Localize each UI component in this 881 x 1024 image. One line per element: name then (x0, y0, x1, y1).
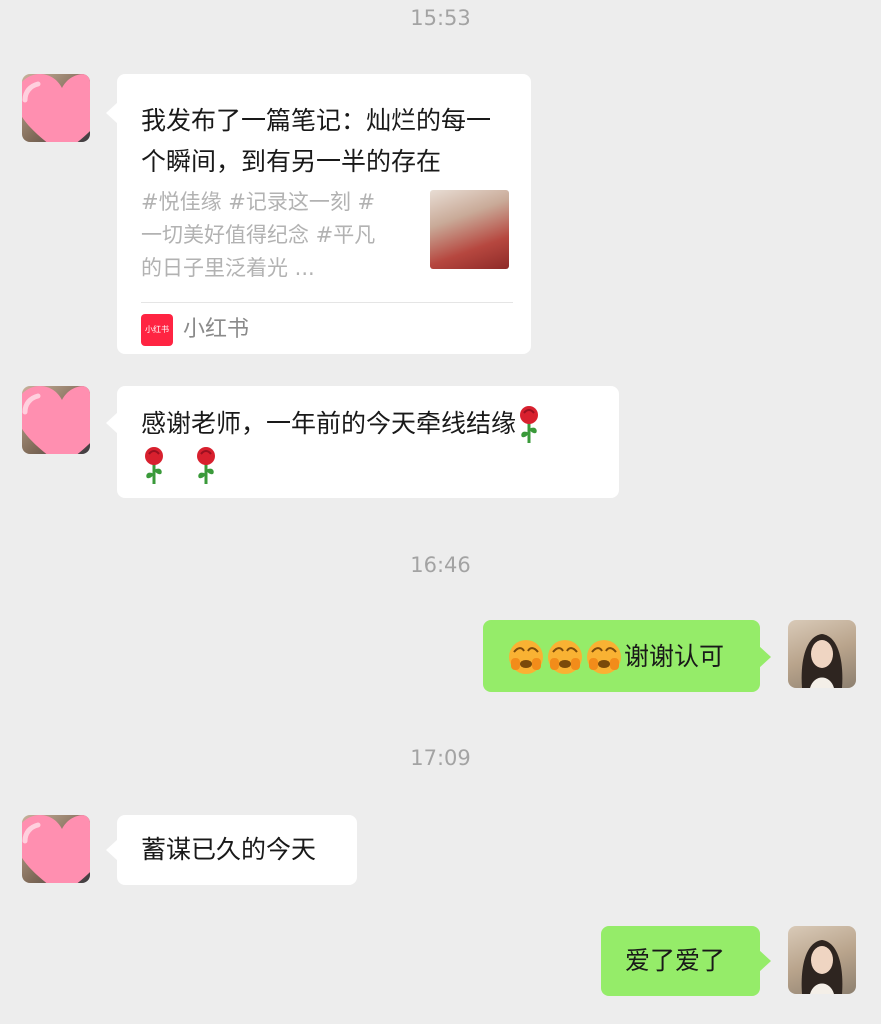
heart-sticker-icon (22, 386, 90, 454)
portrait-avatar-icon (801, 634, 843, 688)
avatar[interactable] (22, 815, 90, 883)
bubble-tail (106, 839, 118, 861)
face-icon (509, 640, 543, 674)
bubble-tail (759, 646, 771, 668)
message-text: 谢谢认可 (624, 642, 725, 671)
message-bubble[interactable]: 感谢老师，一年前的今天牵线结缘 (106, 386, 619, 498)
face-icon (548, 640, 582, 674)
message-text: 蓄谋已久的今天 (141, 835, 317, 864)
avatar[interactable] (788, 620, 856, 688)
avatar[interactable] (22, 386, 90, 454)
card-title: 我发布了一篇笔记：灿烂的每一个瞬间，到有另一半的存在 (141, 106, 492, 176)
rose-icon (196, 447, 215, 484)
card-tags: #悦佳缘 #记录这一刻 #一切美好值得纪念 #平凡的日子里泛着光 ... (141, 190, 376, 280)
divider (141, 302, 513, 303)
card-source: 小红书 (183, 317, 250, 342)
xiaohongshu-logo-icon: 小红书 (141, 314, 173, 346)
heart-sticker-icon (22, 74, 90, 142)
bubble-tail (106, 102, 118, 124)
face-icon (587, 640, 621, 674)
rose-icon (520, 406, 539, 443)
bubble-tail (106, 412, 118, 434)
message-text: 感谢老师，一年前的今天牵线结缘 (141, 409, 517, 438)
message-bubble[interactable]: 谢谢认可 (483, 620, 771, 692)
note-share-card[interactable]: 我发布了一篇笔记：灿烂的每一个瞬间，到有另一半的存在 #悦佳缘 #记录这一刻 #… (106, 74, 531, 354)
avatar[interactable] (22, 74, 90, 142)
avatar[interactable] (788, 926, 856, 994)
message-bubble[interactable]: 蓄谋已久的今天 (106, 815, 357, 885)
message-text: 爱了爱了 (625, 946, 726, 975)
heart-sticker-icon (22, 815, 90, 883)
message-bubble[interactable]: 爱了爱了 (601, 926, 771, 996)
timestamp: 17:09 (410, 746, 471, 770)
card-thumbnail (430, 190, 509, 269)
timestamp: 15:53 (410, 6, 471, 30)
portrait-avatar-icon (801, 940, 843, 994)
rose-icon (145, 447, 163, 484)
bubble-tail (759, 950, 771, 972)
timestamp: 16:46 (410, 553, 471, 577)
